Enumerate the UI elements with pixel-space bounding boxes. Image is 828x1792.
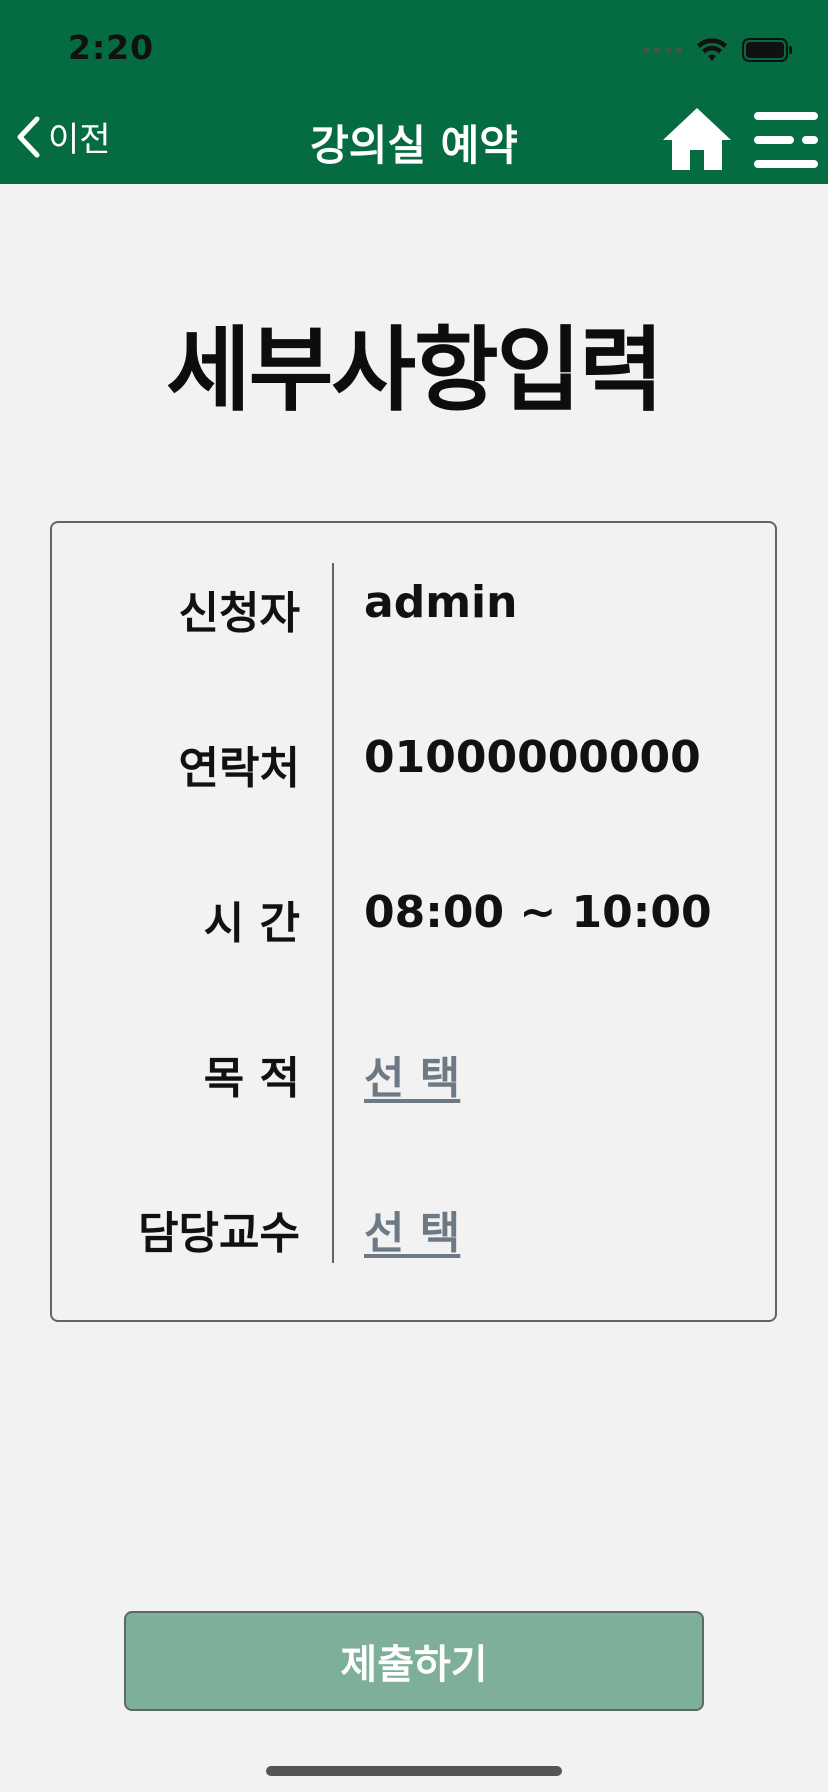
page-title: 세부사항입력 — [166, 317, 664, 424]
submit-button[interactable]: 제출하기 — [124, 1611, 704, 1711]
time-label: 시 간 — [203, 898, 300, 949]
status-indicators — [643, 30, 794, 70]
contact-label: 연락처 — [178, 743, 300, 794]
cellular-signal-icon — [643, 47, 682, 53]
applicant-value: admin — [364, 577, 518, 628]
purpose-label: 목 적 — [203, 1053, 300, 1104]
menu-icon[interactable] — [752, 108, 820, 172]
professor-label: 담당교수 — [138, 1208, 300, 1259]
form-row-contact: 연락처 01000000000 — [52, 718, 775, 798]
wifi-icon — [697, 38, 727, 61]
form-row-purpose: 목 적 선 택 — [52, 1028, 775, 1108]
form-row-time: 시 간 08:00 ~ 10:00 — [52, 873, 775, 953]
applicant-label: 신청자 — [178, 588, 300, 639]
purpose-select-link[interactable]: 선 택 — [364, 1042, 460, 1106]
form-row-professor: 담당교수 선 택 — [52, 1183, 775, 1263]
professor-select-link[interactable]: 선 택 — [364, 1197, 460, 1261]
form-row-applicant: 신청자 admin — [52, 563, 775, 643]
details-form: 신청자 admin 연락처 01000000000 시 간 08:00 ~ 10… — [50, 521, 777, 1322]
battery-icon — [742, 38, 792, 62]
app-header: 2:20 이전 강의실 예약 — [0, 0, 828, 184]
home-icon[interactable] — [660, 104, 734, 174]
time-value: 08:00 ~ 10:00 — [364, 887, 712, 938]
home-indicator — [266, 1766, 562, 1776]
status-time: 2:20 — [68, 28, 155, 67]
contact-value: 01000000000 — [364, 732, 701, 783]
